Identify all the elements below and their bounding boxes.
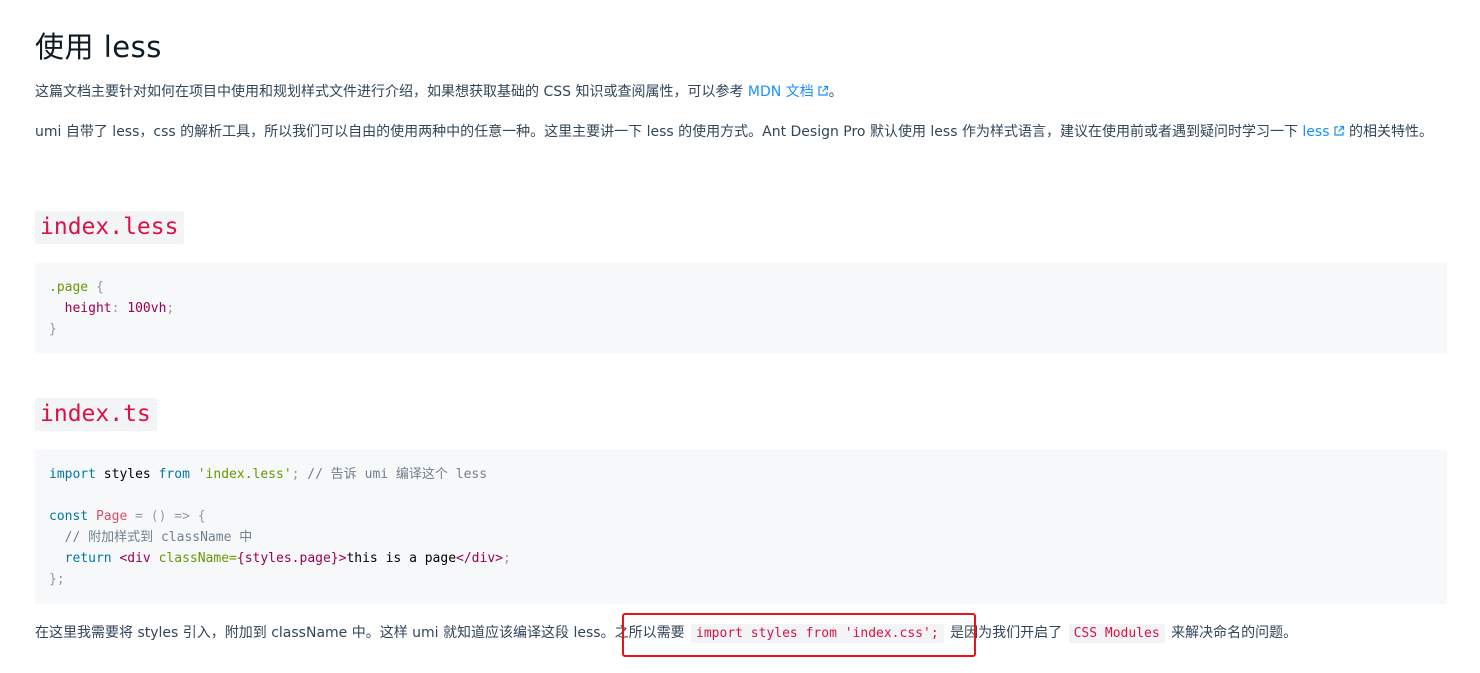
- external-link-icon: [1333, 125, 1344, 136]
- explanation-paragraph: 在这里我需要将 styles 引入，附加到 className 中。这样 umi…: [35, 621, 1447, 646]
- external-link-icon: [818, 85, 828, 96]
- index-less-code-block: .page { height: 100vh; }: [35, 263, 1447, 353]
- code-line: .page {: [49, 280, 104, 295]
- code-line: import styles from 'index.less'; // 告诉 u…: [49, 467, 488, 482]
- inline-code-css-modules: CSS Modules: [1068, 624, 1165, 643]
- code-line: const Page = () => {: [49, 509, 206, 524]
- code-line: };: [49, 572, 65, 587]
- mdn-docs-link[interactable]: MDN 文档: [748, 84, 829, 100]
- intro-paragraph: 这篇文档主要针对如何在项目中使用和规划样式文件进行介绍，如果想获取基础的 CSS…: [35, 80, 1447, 104]
- page-title: 使用 less: [35, 30, 162, 64]
- code-line: }: [49, 322, 57, 337]
- less-paragraph: umi 自带了 less，css 的解析工具，所以我们可以自由的使用两种中的任意…: [35, 120, 1447, 144]
- explanation-text-1: 在这里我需要将 styles 引入，附加到 className 中。这样 umi…: [35, 625, 690, 641]
- explanation-text-3: 来解决命名的问题。: [1166, 625, 1298, 641]
- less-link-label: less: [1302, 124, 1330, 140]
- mdn-docs-link-label: MDN 文档: [747, 84, 814, 100]
- less-paragraph-tail: 的相关特性。: [1344, 124, 1433, 140]
- intro-text: 这篇文档主要针对如何在项目中使用和规划样式文件进行介绍，如果想获取基础的 CSS…: [35, 84, 748, 100]
- index-less-heading: index.less: [35, 211, 185, 244]
- explanation-text-2: 是因为我们开启了: [945, 625, 1067, 641]
- index-ts-heading: index.ts: [35, 398, 157, 431]
- index-ts-code-block: import styles from 'index.less'; // 告诉 u…: [35, 450, 1447, 604]
- inline-code-import: import styles from 'index.css';: [691, 624, 944, 643]
- less-paragraph-text: umi 自带了 less，css 的解析工具，所以我们可以自由的使用两种中的任意…: [35, 124, 1303, 140]
- less-link[interactable]: less: [1302, 124, 1344, 140]
- code-line: height: 100vh;: [64, 301, 175, 316]
- code-line: return <div className={styles.page}>this…: [64, 551, 511, 566]
- code-line: // 附加样式到 className 中: [49, 530, 253, 545]
- intro-tail: 。: [828, 84, 843, 100]
